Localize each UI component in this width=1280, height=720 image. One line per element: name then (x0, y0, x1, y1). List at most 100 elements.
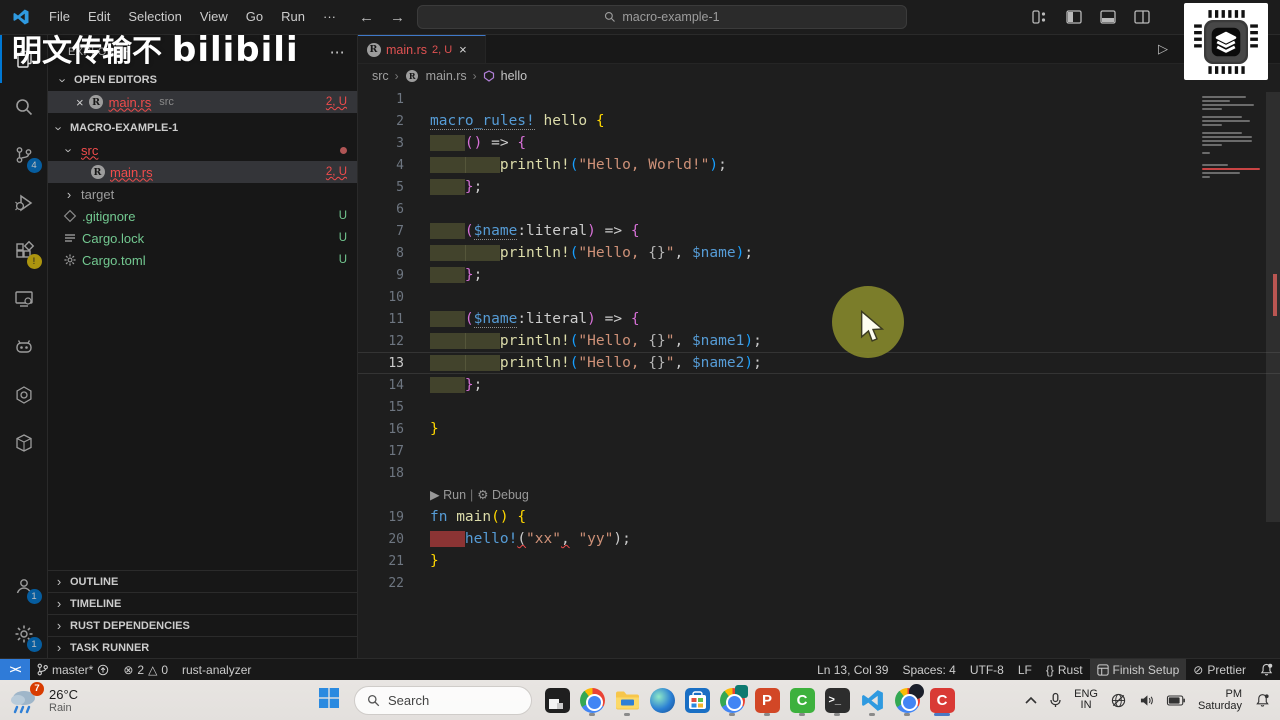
code-line-22[interactable]: 22 (358, 572, 1280, 594)
run-debug-icon[interactable] (0, 179, 48, 227)
code-line-17[interactable]: 17 (358, 440, 1280, 462)
start-button[interactable] (318, 687, 340, 714)
taskbar-app-camtasia[interactable]: C (789, 684, 815, 716)
tree-item-mainrs[interactable]: Rmain.rs 2, U (48, 161, 357, 183)
tree-item-Cargolock[interactable]: Cargo.lock U (48, 227, 357, 249)
taskbar-app-chrome-ext[interactable] (719, 684, 748, 716)
code-line-5[interactable]: 5 }; (358, 176, 1280, 198)
code-line-8[interactable]: 8 println!("Hello, {}", $name); (358, 242, 1280, 264)
breadcrumb-hello[interactable]: hello (501, 69, 527, 83)
minimap[interactable] (1202, 92, 1264, 180)
taskbar-app-black-app[interactable] (544, 684, 570, 716)
battery-icon[interactable] (1166, 694, 1185, 706)
code-line-13[interactable]: 13 println!("Hello, {}", $name2); (358, 352, 1280, 374)
toggle-sidebar-icon[interactable] (1066, 10, 1082, 24)
section-rust-dependencies[interactable]: › RUST DEPENDENCIES (48, 614, 357, 636)
robot-extension-icon[interactable] (0, 323, 48, 371)
code-line-19[interactable]: 19 fn main() { (358, 506, 1280, 528)
prettier-item[interactable]: ⊘ Prettier (1186, 659, 1253, 681)
views-more-actions-icon[interactable]: ⋯ (330, 43, 345, 61)
rust-analyzer-item[interactable]: rust-analyzer (175, 659, 258, 681)
breadcrumb-src[interactable]: src (372, 69, 389, 83)
taskbar-app-terminal[interactable]: >_ (824, 684, 850, 716)
tree-item-target[interactable]: › target (48, 183, 357, 205)
tab-main-rs[interactable]: R main.rs 2, U × (358, 35, 486, 63)
taskbar-app-microsoft-store[interactable] (684, 684, 710, 716)
toggle-panel-icon[interactable] (1100, 10, 1116, 24)
code-line-20[interactable]: 20 hello!("xx", "yy"); (358, 528, 1280, 550)
tree-item-Cargotoml[interactable]: Cargo.toml U (48, 249, 357, 271)
git-branch-item[interactable]: master* (30, 659, 116, 681)
code-line-14[interactable]: 14 }; (358, 374, 1280, 396)
code-line-4[interactable]: 4 println!("Hello, World!"); (358, 154, 1280, 176)
code-area[interactable]: 1 2 macro_rules! hello {3 () => {4 println… (358, 88, 1280, 658)
tree-item-src[interactable]: › src (48, 139, 357, 161)
taskbar-app-camtasia-recorder[interactable]: C (929, 684, 955, 716)
code-line-16[interactable]: 16} (358, 418, 1280, 440)
network-globe-icon[interactable] (1111, 693, 1126, 708)
nav-back-icon[interactable]: ← (359, 9, 374, 26)
project-root-header[interactable]: › MACRO-EXAMPLE-1 (48, 117, 357, 139)
code-line-21[interactable]: 21} (358, 550, 1280, 572)
code-line-2[interactable]: 2 macro_rules! hello { (358, 110, 1280, 132)
notifications-bell-item[interactable] (1253, 659, 1280, 681)
menu-[interactable]: ··· (314, 5, 345, 29)
taskbar-app-chrome[interactable] (579, 684, 605, 716)
problems-item[interactable]: ⊗ 2 △ 0 (116, 659, 175, 681)
source-control-icon[interactable]: 4 (0, 131, 48, 179)
toggle-secondary-sidebar-icon[interactable] (1134, 10, 1150, 24)
accounts-icon[interactable]: 1 (0, 562, 48, 610)
remote-explorer-icon[interactable] (0, 275, 48, 323)
code-line-12[interactable]: 12 println!("Hello, {}", $name1); (358, 330, 1280, 352)
codelens-run-link[interactable]: ▶ Run (430, 488, 466, 502)
taskbar-app-chrome-profile[interactable] (894, 683, 924, 716)
run-file-icon[interactable]: ▷ (1158, 41, 1168, 57)
section-task-runner[interactable]: › TASK RUNNER (48, 636, 357, 658)
tab-close-icon[interactable]: × (459, 42, 467, 57)
taskbar-app-file-explorer[interactable] (614, 684, 640, 716)
open-editor-item-main-rs[interactable]: × R main.rs src 2, U (48, 91, 357, 113)
notification-bell-icon[interactable] (1255, 693, 1270, 708)
encoding-item[interactable]: UTF-8 (963, 659, 1011, 681)
search-sidebar-icon[interactable] (0, 83, 48, 131)
tools-gear-icon[interactable] (0, 371, 48, 419)
code-line-3[interactable]: 3 () => { (358, 132, 1280, 154)
taskbar-app-vscode[interactable] (859, 684, 885, 716)
line-col-item[interactable]: Ln 13, Col 39 (810, 659, 895, 681)
close-icon[interactable]: × (76, 95, 84, 110)
customize-layout-icon[interactable] (1032, 10, 1048, 24)
speaker-icon[interactable] (1139, 694, 1154, 707)
code-line-15[interactable]: 15 (358, 396, 1280, 418)
code-line-11[interactable]: 11 ($name:literal) => { (358, 308, 1280, 330)
codelens-debug-link[interactable]: ⚙ Debug (477, 488, 529, 502)
extensions-icon[interactable]: ! (0, 227, 48, 275)
eol-item[interactable]: LF (1011, 659, 1039, 681)
code-line-1[interactable]: 1 (358, 88, 1280, 110)
microphone-icon[interactable] (1050, 692, 1061, 708)
command-center-search[interactable]: macro-example-1 (417, 5, 907, 29)
tree-item-gitignore[interactable]: .gitignore U (48, 205, 357, 227)
code-line-10[interactable]: 10 (358, 286, 1280, 308)
code-line-18[interactable]: 18 (358, 462, 1280, 484)
clock[interactable]: PM Saturday (1198, 688, 1242, 712)
language-indicator[interactable]: ENG IN (1074, 689, 1098, 711)
section-outline[interactable]: › OUTLINE (48, 570, 357, 592)
language-mode-item[interactable]: {} Rust (1039, 659, 1090, 681)
finish-setup-item[interactable]: Finish Setup (1089, 658, 1187, 681)
taskbar-app-edge[interactable] (649, 684, 675, 716)
code-line-6[interactable]: 6 (358, 198, 1280, 220)
weather-widget[interactable]: 7 26°C Rain (8, 682, 158, 715)
indentation-item[interactable]: Spaces: 4 (895, 659, 962, 681)
nav-forward-icon[interactable]: → (390, 9, 405, 26)
settings-gear-icon[interactable]: 1 (0, 610, 48, 658)
taskbar-app-powerpoint[interactable]: P (754, 684, 780, 716)
breadcrumb-main-rs[interactable]: main.rs (426, 69, 467, 83)
hidden-icons-chevron[interactable] (1025, 696, 1037, 704)
section-timeline[interactable]: › TIMELINE (48, 592, 357, 614)
open-editors-header[interactable]: › OPEN EDITORS (48, 69, 357, 91)
code-line-9[interactable]: 9 }; (358, 264, 1280, 286)
container-box-icon[interactable] (0, 419, 48, 467)
taskbar-search[interactable]: Search (354, 685, 532, 715)
remote-indicator[interactable]: >< (0, 658, 30, 681)
code-line-7[interactable]: 7 ($name:literal) => { (358, 220, 1280, 242)
